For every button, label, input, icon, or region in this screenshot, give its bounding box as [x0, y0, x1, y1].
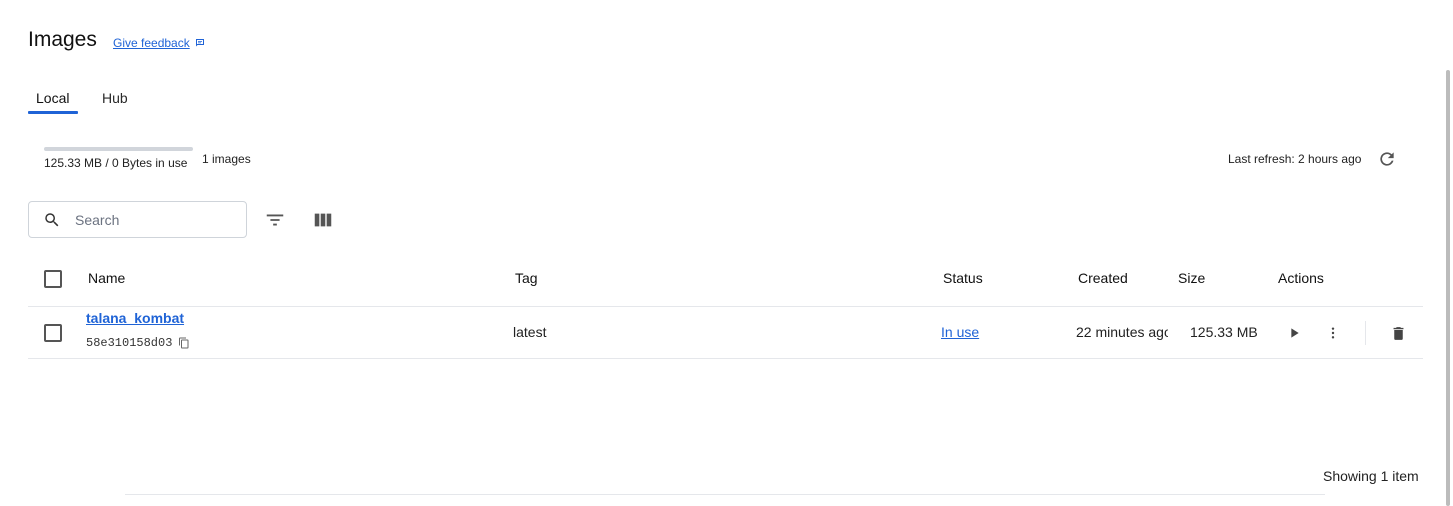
- search-box[interactable]: [28, 201, 247, 238]
- column-header-created[interactable]: Created: [1078, 270, 1128, 286]
- column-header-name[interactable]: Name: [88, 270, 125, 286]
- tab-local[interactable]: Local: [28, 90, 77, 106]
- column-header-tag[interactable]: Tag: [515, 270, 538, 286]
- filter-icon[interactable]: [264, 209, 286, 231]
- chat-bubble-icon: [195, 39, 204, 47]
- give-feedback-label: Give feedback: [113, 36, 190, 50]
- row-divider: [28, 358, 1423, 359]
- last-refresh-text: Last refresh: 2 hours ago: [1228, 152, 1362, 166]
- status-link[interactable]: In use: [941, 324, 979, 340]
- scrollbar[interactable]: [1446, 70, 1450, 506]
- row-checkbox[interactable]: [44, 324, 62, 342]
- active-tab-indicator: [28, 111, 78, 114]
- column-header-status[interactable]: Status: [943, 270, 983, 286]
- image-id: 58e310158d03: [86, 336, 173, 350]
- footer-divider: [125, 494, 1325, 495]
- refresh-icon[interactable]: [1377, 149, 1397, 169]
- delete-icon[interactable]: [1390, 325, 1407, 342]
- tab-hub[interactable]: Hub: [94, 90, 136, 106]
- image-tag: latest: [513, 324, 547, 340]
- more-vertical-icon[interactable]: [1325, 325, 1341, 341]
- column-header-actions: Actions: [1278, 270, 1324, 286]
- copy-icon[interactable]: [178, 337, 190, 349]
- showing-count: Showing 1 item: [1323, 468, 1419, 484]
- run-icon[interactable]: [1286, 325, 1302, 341]
- image-name-link[interactable]: talana_kombat: [86, 310, 184, 326]
- disk-usage-bar: [44, 147, 193, 151]
- columns-icon[interactable]: [312, 209, 334, 231]
- search-icon: [45, 212, 59, 226]
- image-created: 22 minutes ago: [1076, 324, 1168, 340]
- images-count: 1 images: [202, 152, 251, 166]
- disk-usage-text: 125.33 MB / 0 Bytes in use: [44, 156, 188, 170]
- select-all-checkbox[interactable]: [44, 270, 62, 288]
- actions-separator: [1365, 321, 1366, 345]
- column-header-size[interactable]: Size: [1178, 270, 1205, 286]
- page-title: Images: [28, 28, 97, 51]
- give-feedback-link[interactable]: Give feedback: [113, 36, 206, 50]
- search-input[interactable]: [73, 210, 223, 229]
- header-divider: [28, 306, 1423, 307]
- image-size: 125.33 MB: [1190, 324, 1258, 340]
